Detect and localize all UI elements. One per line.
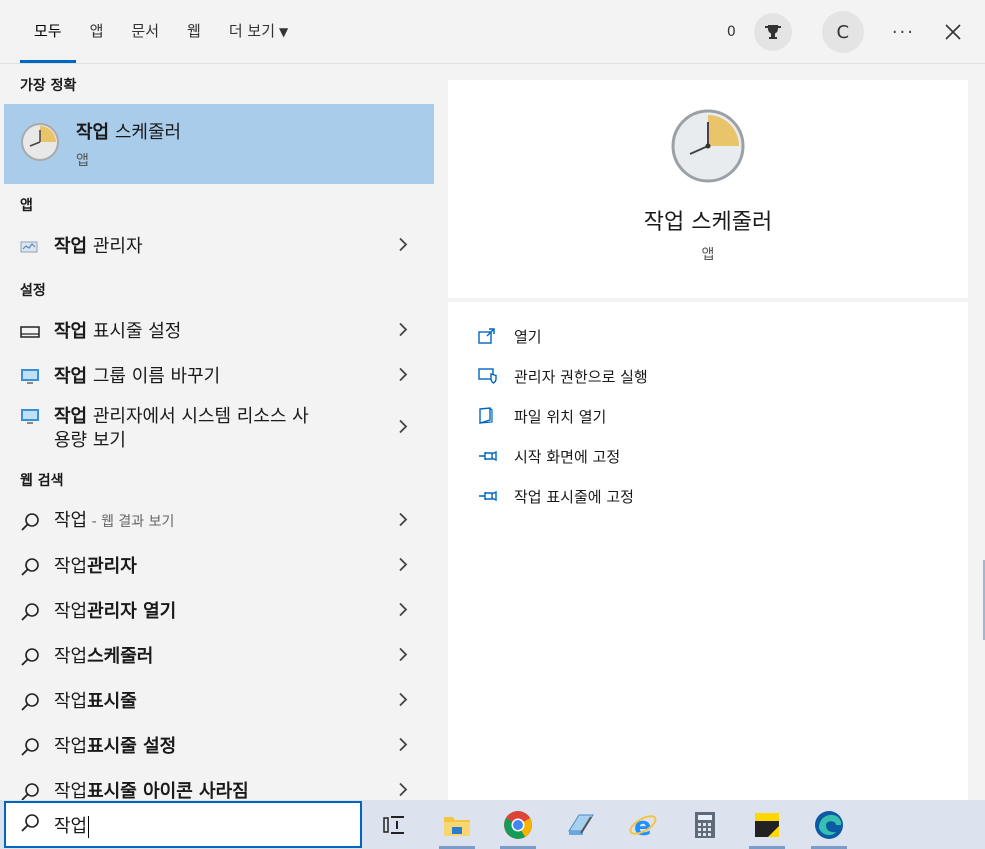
search-icon bbox=[20, 647, 42, 667]
app-detail-card: 작업 스케줄러 앱 bbox=[448, 80, 968, 298]
shield-icon bbox=[478, 368, 500, 384]
edge-icon[interactable] bbox=[805, 800, 853, 849]
search-icon bbox=[20, 512, 42, 532]
account-avatar[interactable]: C bbox=[821, 11, 864, 53]
chevron-right-icon[interactable] bbox=[398, 419, 408, 440]
caret-down-icon: ▼ bbox=[279, 25, 289, 39]
section-web-search: 웹 검색 bbox=[20, 473, 64, 489]
result-resource-usage[interactable]: 작업 관리자에서 시스템 리소스 사 용량 보기 bbox=[0, 399, 434, 459]
chevron-right-icon[interactable] bbox=[398, 321, 408, 342]
web-result-item[interactable]: 작업표시줄 bbox=[0, 679, 434, 724]
more-options-icon[interactable]: ··· bbox=[892, 22, 915, 43]
file-explorer-icon[interactable] bbox=[433, 800, 481, 849]
tab-all[interactable]: 모두 bbox=[20, 0, 76, 64]
tab-more[interactable]: 더 보기 ▼ bbox=[215, 0, 302, 64]
web-result-item[interactable]: 작업표시줄 설정 bbox=[0, 724, 434, 769]
chevron-right-icon[interactable] bbox=[398, 601, 408, 622]
action-open-file-location[interactable]: 파일 위치 열기 bbox=[448, 396, 968, 436]
search-input[interactable]: 작업 bbox=[54, 812, 90, 838]
taskbar-search-box[interactable]: 작업 bbox=[4, 801, 362, 848]
chevron-right-icon[interactable] bbox=[398, 781, 408, 800]
clock-icon bbox=[20, 122, 60, 166]
web-result-item[interactable]: 작업관리자 bbox=[0, 544, 434, 589]
chevron-right-icon[interactable] bbox=[398, 691, 408, 712]
search-icon bbox=[20, 813, 40, 837]
action-label: 시작 화면에 고정 bbox=[514, 447, 621, 466]
tab-more-label: 더 보기 bbox=[228, 22, 276, 40]
search-icon bbox=[20, 557, 42, 577]
chrome-icon[interactable] bbox=[494, 800, 542, 849]
search-icon bbox=[20, 602, 42, 622]
action-label: 관리자 권한으로 실행 bbox=[514, 367, 648, 386]
result-taskbar-settings[interactable]: 작업 표시줄 설정 bbox=[0, 309, 434, 354]
web-result-item[interactable]: 작업 - 웹 결과 보기 bbox=[0, 499, 434, 544]
action-run-as-admin[interactable]: 관리자 권한으로 실행 bbox=[448, 356, 968, 396]
tab-apps[interactable]: 앱 bbox=[76, 0, 118, 64]
internet-explorer-icon[interactable]: e bbox=[619, 800, 667, 849]
tab-web[interactable]: 웹 bbox=[173, 0, 215, 64]
result-rename-group[interactable]: 작업 그룹 이름 바꾸기 bbox=[0, 354, 434, 399]
action-label: 작업 표시줄에 고정 bbox=[514, 487, 634, 506]
chevron-right-icon[interactable] bbox=[398, 511, 408, 532]
monitor-icon bbox=[20, 368, 42, 386]
chevron-right-icon[interactable] bbox=[398, 646, 408, 667]
chevron-right-icon[interactable] bbox=[398, 736, 408, 757]
best-match-item[interactable]: 작업 스케줄러 앱 bbox=[4, 104, 434, 184]
web-result-item[interactable]: 작업표시줄 아이콘 사라짐 bbox=[0, 769, 434, 800]
section-settings: 설정 bbox=[20, 283, 46, 299]
notepad-icon[interactable] bbox=[556, 800, 604, 849]
search-header: 모두 앱 문서 웹 더 보기 ▼ 0 C ··· bbox=[0, 0, 985, 64]
best-match-title: 작업 스케줄러 bbox=[76, 122, 182, 143]
task-view-icon[interactable] bbox=[370, 800, 418, 849]
sticky-notes-icon[interactable] bbox=[743, 800, 791, 849]
search-icon bbox=[20, 692, 42, 712]
taskbar-icon bbox=[20, 325, 42, 338]
pin-icon bbox=[478, 450, 500, 462]
web-result-item[interactable]: 작업관리자 열기 bbox=[0, 589, 434, 634]
chevron-right-icon[interactable] bbox=[398, 556, 408, 577]
filter-tabs: 모두 앱 문서 웹 더 보기 ▼ bbox=[20, 0, 302, 64]
monitor-icon bbox=[20, 408, 42, 426]
search-icon bbox=[20, 782, 42, 800]
open-icon bbox=[478, 328, 500, 344]
close-icon[interactable] bbox=[941, 20, 965, 44]
result-task-manager[interactable]: 작업 관리자 bbox=[0, 224, 434, 269]
app-actions-list: 열기 관리자 권한으로 실행 파일 위치 열기 시작 화면에 고정 작업 표시줄… bbox=[448, 302, 968, 800]
web-result-item[interactable]: 작업스케줄러 bbox=[0, 634, 434, 679]
rewards-trophy-icon[interactable] bbox=[753, 13, 792, 51]
tab-documents[interactable]: 문서 bbox=[117, 0, 173, 64]
best-match-type: 앱 bbox=[76, 153, 89, 169]
rewards-points: 0 bbox=[726, 24, 736, 40]
taskbar: 작업 e bbox=[0, 800, 985, 849]
chevron-right-icon[interactable] bbox=[398, 366, 408, 387]
action-label: 열기 bbox=[514, 327, 542, 346]
action-pin-to-start[interactable]: 시작 화면에 고정 bbox=[448, 436, 968, 476]
app-detail-type: 앱 bbox=[701, 247, 715, 263]
section-apps: 앱 bbox=[20, 198, 33, 214]
task-manager-icon bbox=[20, 240, 42, 254]
folder-location-icon bbox=[478, 407, 500, 425]
action-pin-to-taskbar[interactable]: 작업 표시줄에 고정 bbox=[448, 476, 968, 516]
pin-icon bbox=[478, 490, 500, 502]
action-label: 파일 위치 열기 bbox=[514, 407, 607, 426]
section-best-match: 가장 정확 bbox=[20, 78, 77, 94]
clock-icon bbox=[670, 108, 746, 188]
app-detail-name: 작업 스케줄러 bbox=[643, 210, 773, 235]
action-open[interactable]: 열기 bbox=[448, 316, 968, 356]
chevron-right-icon[interactable] bbox=[398, 236, 408, 257]
search-icon bbox=[20, 737, 42, 757]
calculator-icon[interactable] bbox=[681, 800, 729, 849]
search-results-list: 가장 정확 작업 스케줄러 앱 앱 작업 관리자 설정 작업 표시줄 설정 작업… bbox=[0, 64, 434, 800]
